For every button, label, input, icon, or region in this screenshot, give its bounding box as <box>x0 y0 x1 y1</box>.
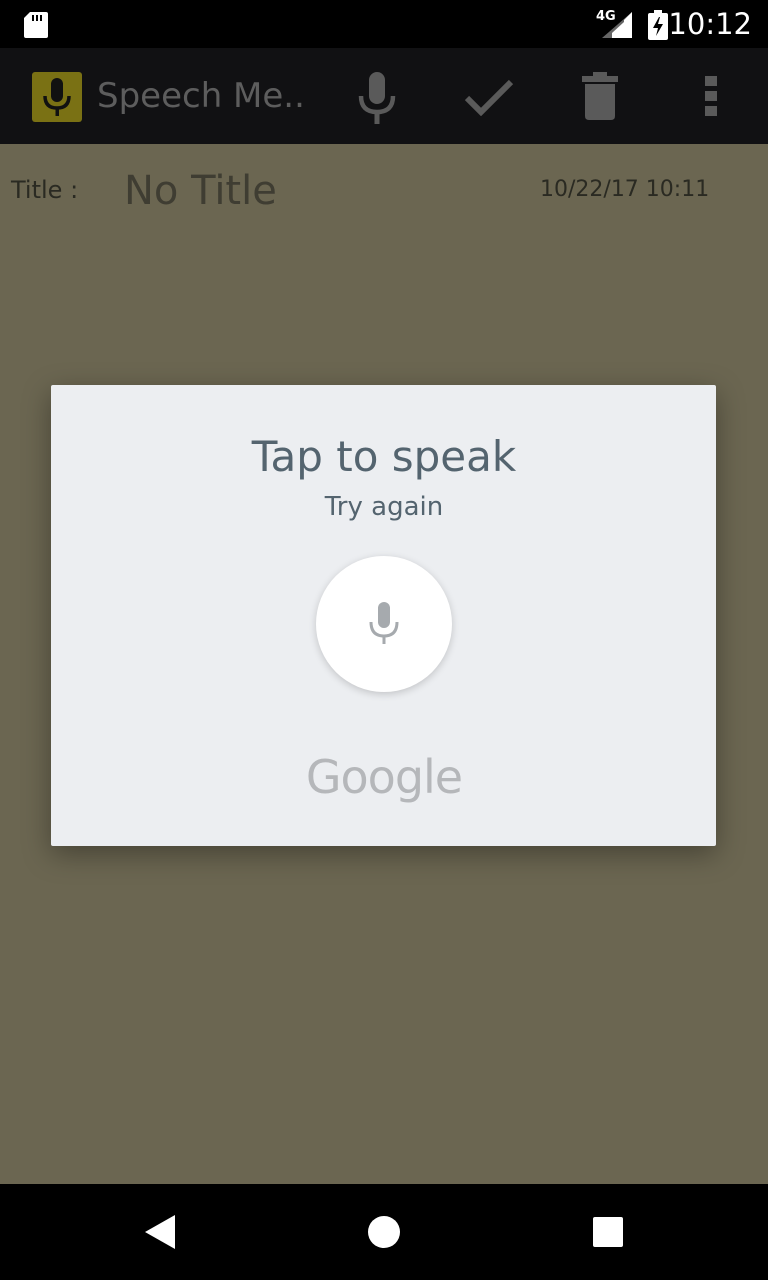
dialog-title: Tap to speak <box>251 432 517 481</box>
dialog-subtitle: Try again <box>324 492 444 522</box>
status-bar: 4G 10:12 <box>0 0 768 48</box>
battery-charging-icon <box>648 10 668 40</box>
back-icon[interactable] <box>145 1215 177 1249</box>
microphone-icon[interactable] <box>358 72 396 124</box>
sd-card-icon <box>24 12 48 38</box>
home-icon[interactable] <box>366 1214 402 1250</box>
title-input[interactable]: No Title <box>124 168 277 214</box>
app-logo-microphone-icon <box>43 78 71 116</box>
check-icon[interactable] <box>464 78 514 116</box>
app-logo <box>32 72 82 122</box>
signal-icon <box>602 12 632 38</box>
microphone-icon <box>369 602 399 644</box>
note-timestamp: 10/22/17 10:11 <box>540 177 710 202</box>
speak-button[interactable] <box>316 556 452 692</box>
status-clock: 10:12 <box>668 7 752 41</box>
google-logo: Google <box>305 750 463 804</box>
app-title: Speech Me... <box>97 76 307 116</box>
title-label: Title : <box>11 176 79 204</box>
overflow-menu-icon[interactable] <box>705 76 719 116</box>
trash-icon[interactable] <box>582 72 618 120</box>
recents-icon[interactable] <box>592 1216 624 1248</box>
